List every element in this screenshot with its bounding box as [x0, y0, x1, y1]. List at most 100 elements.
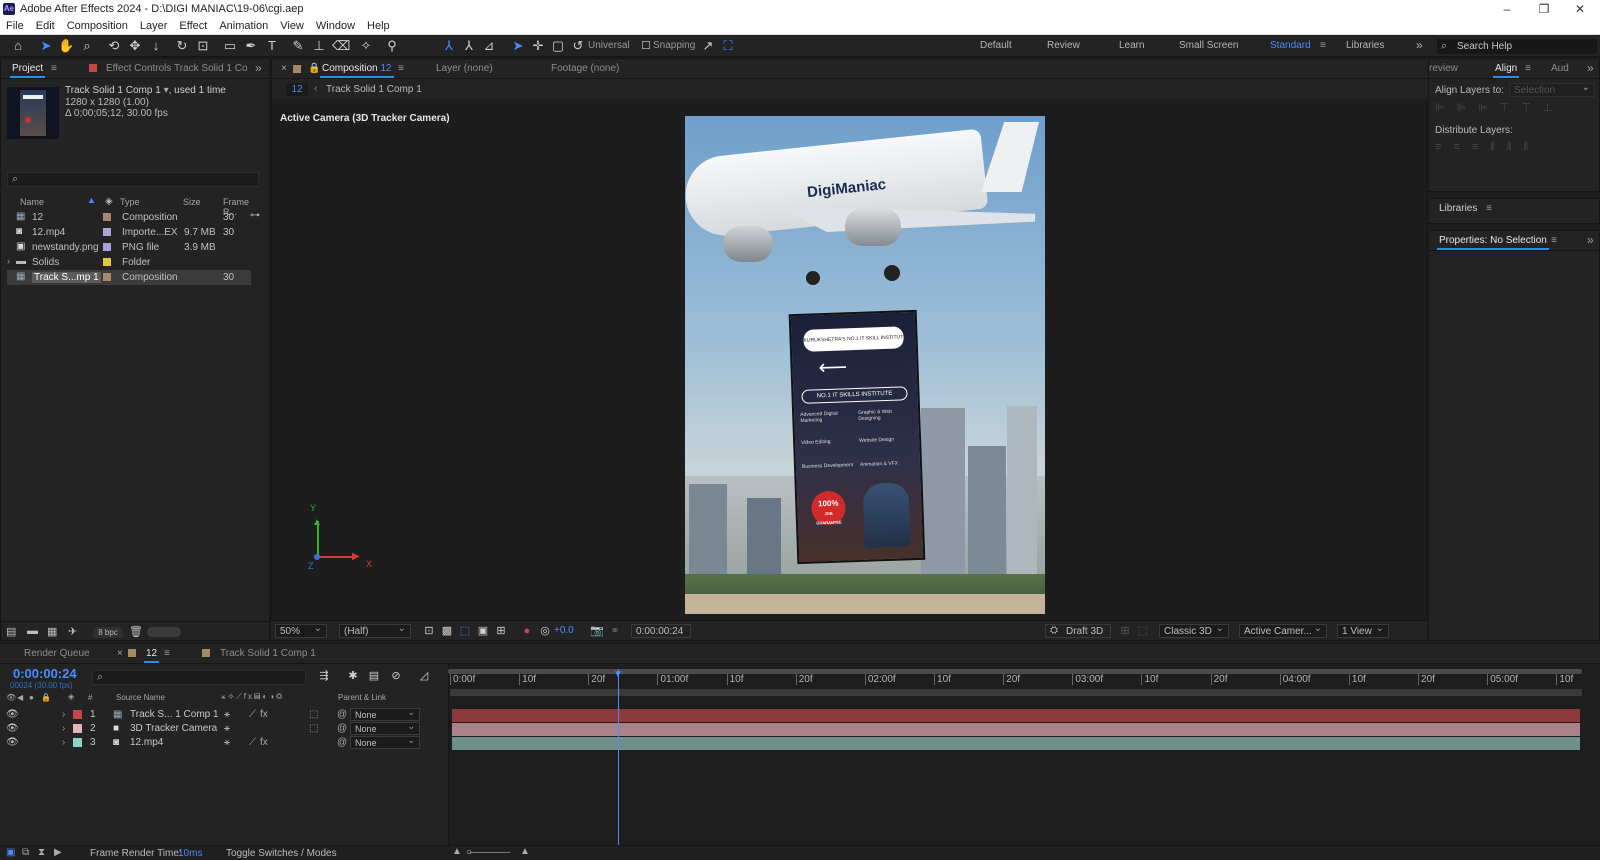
workspace-learn[interactable]: Learn — [1119, 40, 1145, 51]
motion-blur-icon[interactable]: ◿ — [416, 668, 432, 684]
tab-project[interactable]: Project — [9, 63, 46, 78]
menu-edit[interactable]: Edit — [30, 18, 61, 35]
region-of-interest-icon[interactable]: ⬚ — [457, 623, 473, 639]
tab-libraries[interactable]: Libraries — [1439, 203, 1477, 214]
distribute-buttons[interactable]: ≡≡≡⫴⫴⫴ — [1435, 141, 1595, 155]
playhead[interactable]: ▼ — [613, 669, 623, 846]
rotate-tool-icon[interactable]: ↻ — [174, 38, 190, 54]
grid-guides-icon[interactable]: ▣ — [475, 623, 491, 639]
layer-row[interactable]: 👁 › 1 ▦ Track S... 1 Comp 1 ⚹ ⟋ fx ⬚ @ N… — [0, 707, 447, 722]
snap-option-icon[interactable]: ↗ — [700, 38, 716, 54]
maximize-button[interactable]: ❐ — [1530, 1, 1558, 17]
zoom-slider-handle[interactable]: ○ — [466, 847, 472, 858]
transfer-controls-toggle-icon[interactable]: ⧉ — [22, 847, 29, 858]
snapshot-icon[interactable]: 📷 — [589, 623, 605, 639]
thumbnail-size-slider[interactable] — [147, 627, 181, 637]
bit-depth-button[interactable]: 8 bpc — [93, 627, 123, 638]
render-time-toggle-icon[interactable]: ▶ — [54, 847, 62, 858]
breadcrumb-current-comp[interactable]: 12 — [286, 83, 308, 96]
parent-dropdown[interactable]: None — [350, 707, 420, 721]
view-layout-dropdown[interactable]: 1 View — [1337, 623, 1389, 638]
minimize-button[interactable]: – — [1493, 1, 1521, 17]
adobe-media-encoder-icon[interactable]: ✈ — [68, 625, 77, 638]
snapping-checkbox[interactable]: ☐ — [638, 38, 654, 54]
channel-icon[interactable]: ⊞ — [493, 623, 509, 639]
project-item[interactable]: › ▬ Solids Folder — [7, 255, 251, 270]
tab-align[interactable]: Align — [1492, 63, 1520, 78]
project-search-input[interactable]: ⌕ — [7, 172, 259, 187]
layer-row[interactable]: 👁 › 2 ■ 3D Tracker Camera ⚹ ⬚ @ None — [0, 721, 447, 736]
properties-menu-icon[interactable]: ≡ — [1551, 235, 1557, 246]
align-layers-to-dropdown[interactable]: Selection — [1509, 82, 1595, 97]
project-item[interactable]: ▣ newstandy.png PNG file 3.9 MB — [7, 240, 251, 255]
interpret-footage-icon[interactable]: ▤ — [6, 625, 16, 638]
draft-3d-timeline-icon[interactable]: ✱ — [345, 668, 361, 684]
libraries-menu-icon[interactable]: ≡ — [1486, 203, 1492, 214]
tab-layer[interactable]: Layer (none) — [436, 63, 493, 74]
panel-overflow-icon[interactable]: » — [1587, 233, 1594, 247]
composition-preview-image[interactable]: DigiManiac KURUKSHETRA'S NO.1 IT SKILL I… — [685, 116, 1045, 614]
universal-select-icon[interactable]: ➤ — [510, 38, 526, 54]
dolly-tool-icon[interactable]: ↓ — [148, 38, 164, 54]
layer-bar[interactable] — [452, 709, 1580, 722]
tab-effect-controls[interactable]: Effect Controls Track Solid 1 Co — [106, 63, 248, 74]
view-axis-mode-icon[interactable]: ⊿ — [481, 38, 497, 54]
tab-composition[interactable]: Composition 12 — [320, 63, 393, 78]
new-folder-icon[interactable]: ▬ — [27, 625, 38, 637]
close-button[interactable]: ✕ — [1566, 1, 1594, 17]
type-tool-icon[interactable]: T — [264, 38, 280, 54]
workspace-review[interactable]: Review — [1047, 40, 1080, 51]
tab-preview[interactable]: review — [1429, 63, 1458, 74]
label-tag-icon[interactable]: ◈ — [105, 196, 113, 207]
brush-tool-icon[interactable]: ✎ — [290, 38, 306, 54]
current-time-field[interactable]: 0:00:00:24 — [631, 624, 691, 638]
menu-view[interactable]: View — [274, 18, 310, 35]
exposure-value[interactable]: +0.0 — [554, 625, 574, 636]
menu-animation[interactable]: Animation — [213, 18, 274, 35]
clone-stamp-tool-icon[interactable]: ⊥ — [311, 38, 327, 54]
project-item[interactable]: ◙ 12.mp4 Importe...EX 9.7 MB 30 — [7, 225, 251, 240]
fast-previews-icon[interactable]: ⊡ — [421, 623, 437, 639]
search-help-field[interactable]: ⌕ Search Help — [1437, 39, 1597, 54]
current-time-display[interactable]: 0:00:00:24 — [13, 666, 77, 681]
extended-viewer-icon[interactable]: ⊞ — [1117, 623, 1133, 639]
timeline-menu-icon[interactable]: ≡ — [164, 648, 170, 659]
align-buttons[interactable]: ⊫⊫⊫⊤⊤⊥ — [1435, 101, 1595, 115]
menu-file[interactable]: File — [0, 18, 30, 35]
pen-tool-icon[interactable]: ✒ — [243, 38, 259, 54]
timeline-search-input[interactable]: ⌕ — [92, 670, 306, 685]
tab-audio[interactable]: Aud — [1551, 63, 1569, 74]
orbit-tool-icon[interactable]: ⟲ — [106, 38, 122, 54]
workspace-libraries[interactable]: Libraries — [1346, 40, 1384, 51]
magnification-dropdown[interactable]: 50% — [275, 623, 327, 638]
tab-properties[interactable]: Properties: No Selection — [1437, 235, 1549, 250]
project-menu-icon[interactable]: ≡ — [51, 63, 57, 74]
shy-layers-icon[interactable]: ▤ — [366, 668, 382, 684]
exposure-reset-icon[interactable]: ◎ — [537, 623, 553, 639]
parent-dropdown[interactable]: None — [350, 721, 420, 735]
tab-footage[interactable]: Footage (none) — [551, 63, 619, 74]
close-tab-icon[interactable]: × — [281, 63, 287, 74]
snap-target-icon[interactable]: ⛶ — [720, 38, 736, 54]
pan-tool-icon[interactable]: ✥ — [127, 38, 143, 54]
anchor-tool-icon[interactable]: ⊡ — [195, 38, 211, 54]
tab-render-queue[interactable]: Render Queue — [24, 648, 90, 659]
selection-tool-icon[interactable]: ➤ — [38, 38, 54, 54]
layer-bar[interactable] — [452, 723, 1580, 736]
column-type[interactable]: Type — [120, 197, 140, 207]
move-gizmo-icon[interactable]: ✛ — [530, 38, 546, 54]
menu-layer[interactable]: Layer — [134, 18, 174, 35]
parent-dropdown[interactable]: None — [350, 735, 420, 749]
scale-gizmo-icon[interactable]: ▢ — [550, 38, 566, 54]
composition-mini-flowchart-icon[interactable]: ⇶ — [316, 668, 332, 684]
local-axis-mode-icon[interactable]: ⅄ — [441, 38, 457, 54]
lock-icon[interactable]: 🔒 — [308, 63, 320, 74]
workspace-overflow-icon[interactable]: » — [1416, 38, 1423, 52]
rotate-gizmo-icon[interactable]: ↺ — [570, 38, 586, 54]
roto-brush-tool-icon[interactable]: ✧ — [358, 38, 374, 54]
tab-track-comp[interactable]: Track Solid 1 Comp 1 — [220, 648, 316, 659]
layer-bar[interactable] — [452, 737, 1580, 750]
zoom-in-icon[interactable]: ▲ — [520, 846, 530, 857]
show-snapshot-icon[interactable]: ⚭ — [607, 623, 623, 639]
align-menu-icon[interactable]: ≡ — [1525, 63, 1531, 74]
